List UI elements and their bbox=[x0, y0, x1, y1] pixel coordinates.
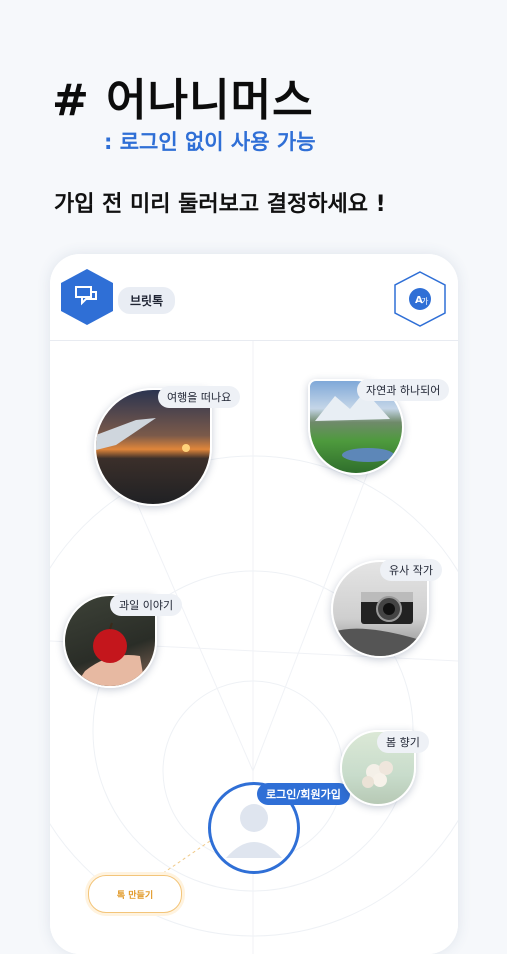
bubble-camera-label: 유사 작가 bbox=[380, 559, 442, 581]
translate-button[interactable]: A 가 bbox=[394, 271, 446, 327]
lead-text: 가입 전 미리 둘러보고 결정하세요 ! bbox=[54, 192, 386, 217]
make-talk-button[interactable]: 톡 만들기 bbox=[88, 875, 182, 913]
chat-bubbles-icon bbox=[75, 286, 97, 306]
bubble-nature-label: 자연과 하나되어 bbox=[357, 379, 450, 401]
app-name-chip: 브릿톡 bbox=[118, 287, 176, 314]
bubble-fruit-label: 과일 이야기 bbox=[110, 594, 183, 616]
subheadline: : 로그인 없이 사용 가능 bbox=[104, 130, 316, 154]
svg-text:가: 가 bbox=[421, 297, 429, 306]
headline: # 어나니머스 bbox=[52, 75, 314, 126]
content-area: 여행을 떠나요 자연과 하나되어 유사 작가 과일 이야기 로그인/회원가입 봄… bbox=[50, 341, 458, 954]
phone-mockup: 브릿톡 A 가 여행을 떠나요 자연과 하나되어 유사 작가 과일 이야기 로그… bbox=[50, 254, 458, 954]
bubble-travel-label: 여행을 떠나요 bbox=[158, 386, 241, 408]
chat-button[interactable] bbox=[61, 269, 113, 325]
login-label[interactable]: 로그인/회원가입 bbox=[257, 783, 350, 805]
bubble-spring-label: 봄 향기 bbox=[377, 731, 429, 753]
app-header: 브릿톡 A 가 bbox=[50, 254, 458, 341]
